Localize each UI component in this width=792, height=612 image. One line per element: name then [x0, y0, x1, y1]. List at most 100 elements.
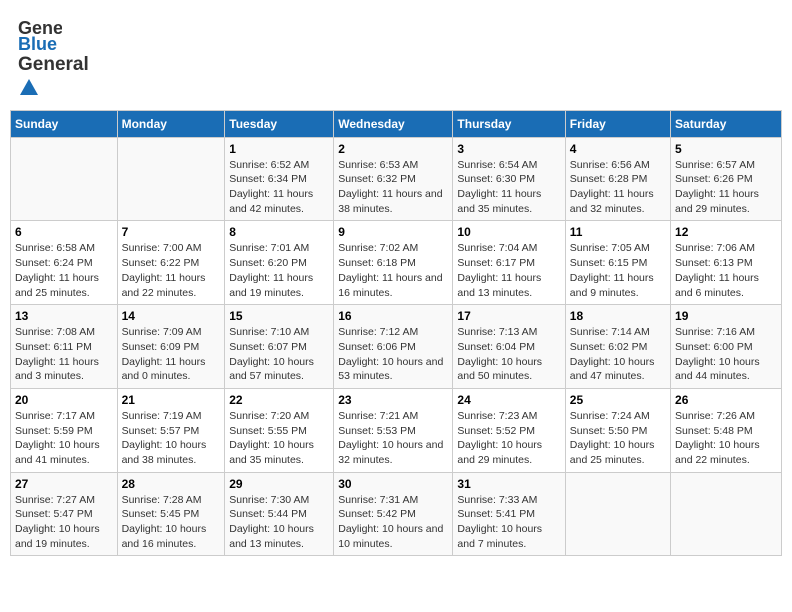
week-row-2: 6Sunrise: 6:58 AMSunset: 6:24 PMDaylight… [11, 221, 782, 305]
calendar-cell: 26 Sunrise: 7:26 AMSunset: 5:48 PMDayligh… [671, 388, 782, 472]
day-header-wednesday: Wednesday [334, 110, 453, 137]
header-row: SundayMondayTuesdayWednesdayThursdayFrid… [11, 110, 782, 137]
calendar-cell: 3 Sunrise: 6:54 AMSunset: 6:30 PMDaylight… [453, 137, 565, 221]
day-info: Sunrise: 7:20 AMSunset: 5:55 PMDaylight:… [229, 409, 329, 468]
day-number: 18 [570, 309, 666, 323]
day-info: Sunrise: 7:27 AMSunset: 5:47 PMDaylight:… [15, 493, 113, 552]
calendar-cell: 11Sunrise: 7:05 AMSunset: 6:15 PMDayligh… [565, 221, 670, 305]
day-number: 12 [675, 225, 777, 239]
day-number: 28 [122, 477, 221, 491]
day-number: 26 [675, 393, 777, 407]
logo-line1: General [18, 54, 108, 98]
day-info: Sunrise: 6:53 AMSunset: 6:32 PMDaylight:… [338, 158, 448, 217]
day-info: Sunrise: 7:06 AMSunset: 6:13 PMDaylight:… [675, 241, 777, 300]
day-number: 3 [457, 142, 560, 156]
calendar-cell: 2 Sunrise: 6:53 AMSunset: 6:32 PMDaylight… [334, 137, 453, 221]
day-number: 21 [122, 393, 221, 407]
calendar-cell: 28 Sunrise: 7:28 AMSunset: 5:45 PMDayligh… [117, 472, 225, 556]
day-info: Sunrise: 7:09 AMSunset: 6:09 PMDaylight:… [122, 325, 221, 384]
calendar-cell: 7Sunrise: 7:00 AMSunset: 6:22 PMDaylight… [117, 221, 225, 305]
calendar-cell: 19 Sunrise: 7:16 AMSunset: 6:00 PMDayligh… [671, 305, 782, 389]
day-info: Sunrise: 7:33 AMSunset: 5:41 PMDaylight:… [457, 493, 560, 552]
day-number: 14 [122, 309, 221, 323]
calendar-cell: 12 Sunrise: 7:06 AMSunset: 6:13 PMDayligh… [671, 221, 782, 305]
calendar-cell: 22 Sunrise: 7:20 AMSunset: 5:55 PMDayligh… [225, 388, 334, 472]
calendar-table: SundayMondayTuesdayWednesdayThursdayFrid… [10, 110, 782, 557]
day-info: Sunrise: 7:02 AMSunset: 6:18 PMDaylight:… [338, 241, 448, 300]
day-info: Sunrise: 7:12 AMSunset: 6:06 PMDaylight:… [338, 325, 448, 384]
day-number: 15 [229, 309, 329, 323]
day-number: 11 [570, 225, 666, 239]
day-header-tuesday: Tuesday [225, 110, 334, 137]
day-info: Sunrise: 7:14 AMSunset: 6:02 PMDaylight:… [570, 325, 666, 384]
day-header-thursday: Thursday [453, 110, 565, 137]
day-number: 30 [338, 477, 448, 491]
day-number: 4 [570, 142, 666, 156]
day-number: 13 [15, 309, 113, 323]
calendar-cell: 6Sunrise: 6:58 AMSunset: 6:24 PMDaylight… [11, 221, 118, 305]
day-info: Sunrise: 6:56 AMSunset: 6:28 PMDaylight:… [570, 158, 666, 217]
calendar-cell: 17 Sunrise: 7:13 AMSunset: 6:04 PMDayligh… [453, 305, 565, 389]
day-number: 17 [457, 309, 560, 323]
day-info: Sunrise: 7:04 AMSunset: 6:17 PMDaylight:… [457, 241, 560, 300]
day-info: Sunrise: 7:30 AMSunset: 5:44 PMDaylight:… [229, 493, 329, 552]
day-info: Sunrise: 7:28 AMSunset: 5:45 PMDaylight:… [122, 493, 221, 552]
day-info: Sunrise: 7:26 AMSunset: 5:48 PMDaylight:… [675, 409, 777, 468]
day-number: 6 [15, 225, 113, 239]
day-number: 23 [338, 393, 448, 407]
day-number: 20 [15, 393, 113, 407]
day-number: 7 [122, 225, 221, 239]
week-row-4: 20Sunrise: 7:17 AMSunset: 5:59 PMDayligh… [11, 388, 782, 472]
svg-text:Blue: Blue [18, 34, 57, 54]
day-info: Sunrise: 7:16 AMSunset: 6:00 PMDaylight:… [675, 325, 777, 384]
day-header-sunday: Sunday [11, 110, 118, 137]
day-info: Sunrise: 7:13 AMSunset: 6:04 PMDaylight:… [457, 325, 560, 384]
day-number: 25 [570, 393, 666, 407]
day-number: 1 [229, 142, 329, 156]
day-info: Sunrise: 7:21 AMSunset: 5:53 PMDaylight:… [338, 409, 448, 468]
day-info: Sunrise: 7:01 AMSunset: 6:20 PMDaylight:… [229, 241, 329, 300]
calendar-cell [11, 137, 118, 221]
day-number: 31 [457, 477, 560, 491]
logo-triangle [20, 79, 38, 95]
day-number: 8 [229, 225, 329, 239]
day-info: Sunrise: 7:24 AMSunset: 5:50 PMDaylight:… [570, 409, 666, 468]
day-number: 9 [338, 225, 448, 239]
calendar-cell: 27 Sunrise: 7:27 AMSunset: 5:47 PMDayligh… [11, 472, 118, 556]
day-number: 27 [15, 477, 113, 491]
calendar-cell [565, 472, 670, 556]
calendar-cell: 25 Sunrise: 7:24 AMSunset: 5:50 PMDayligh… [565, 388, 670, 472]
logo: General Blue General [18, 14, 108, 98]
logo-icon: General Blue [18, 14, 62, 54]
calendar-cell: 24Sunrise: 7:23 AMSunset: 5:52 PMDayligh… [453, 388, 565, 472]
calendar-cell: 5Sunrise: 6:57 AMSunset: 6:26 PMDaylight… [671, 137, 782, 221]
week-row-3: 13 Sunrise: 7:08 AMSunset: 6:11 PMDayligh… [11, 305, 782, 389]
day-info: Sunrise: 7:08 AMSunset: 6:11 PMDaylight:… [15, 325, 113, 384]
calendar-cell: 4 Sunrise: 6:56 AMSunset: 6:28 PMDaylight… [565, 137, 670, 221]
day-info: Sunrise: 6:54 AMSunset: 6:30 PMDaylight:… [457, 158, 560, 217]
calendar-cell [671, 472, 782, 556]
calendar-cell: 15 Sunrise: 7:10 AMSunset: 6:07 PMDayligh… [225, 305, 334, 389]
calendar-cell: 30 Sunrise: 7:31 AMSunset: 5:42 PMDayligh… [334, 472, 453, 556]
calendar-cell: 21Sunrise: 7:19 AMSunset: 5:57 PMDayligh… [117, 388, 225, 472]
day-number: 19 [675, 309, 777, 323]
day-number: 5 [675, 142, 777, 156]
week-row-5: 27 Sunrise: 7:27 AMSunset: 5:47 PMDayligh… [11, 472, 782, 556]
day-number: 2 [338, 142, 448, 156]
day-number: 29 [229, 477, 329, 491]
page-header: General Blue General [10, 10, 782, 102]
day-info: Sunrise: 6:52 AMSunset: 6:34 PMDaylight:… [229, 158, 329, 217]
calendar-cell: 9 Sunrise: 7:02 AMSunset: 6:18 PMDaylight… [334, 221, 453, 305]
day-number: 22 [229, 393, 329, 407]
calendar-cell [117, 137, 225, 221]
calendar-cell: 10Sunrise: 7:04 AMSunset: 6:17 PMDayligh… [453, 221, 565, 305]
calendar-cell: 1 Sunrise: 6:52 AMSunset: 6:34 PMDaylight… [225, 137, 334, 221]
week-row-1: 1 Sunrise: 6:52 AMSunset: 6:34 PMDaylight… [11, 137, 782, 221]
calendar-cell: 31 Sunrise: 7:33 AMSunset: 5:41 PMDayligh… [453, 472, 565, 556]
calendar-cell: 8 Sunrise: 7:01 AMSunset: 6:20 PMDaylight… [225, 221, 334, 305]
calendar-cell: 13 Sunrise: 7:08 AMSunset: 6:11 PMDayligh… [11, 305, 118, 389]
day-info: Sunrise: 7:31 AMSunset: 5:42 PMDaylight:… [338, 493, 448, 552]
day-header-monday: Monday [117, 110, 225, 137]
day-info: Sunrise: 7:10 AMSunset: 6:07 PMDaylight:… [229, 325, 329, 384]
day-header-friday: Friday [565, 110, 670, 137]
